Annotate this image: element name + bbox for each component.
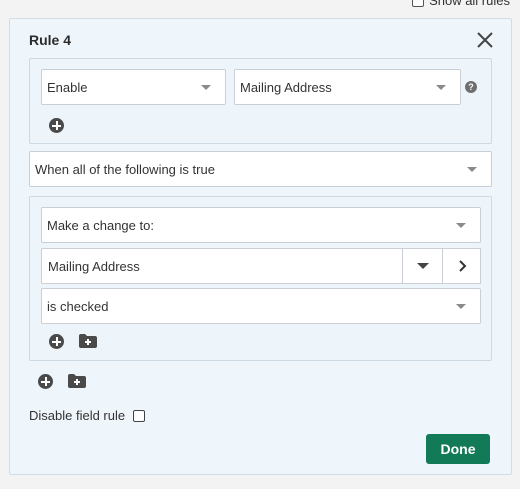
add-condition-group-button[interactable] [79,334,97,348]
disable-field-rule-label: Disable field rule [29,408,126,423]
field-next-button[interactable] [442,248,481,284]
help-icon[interactable]: ? [465,81,477,93]
add-condition-button[interactable] [49,334,64,349]
rule-title: Rule 4 [29,32,72,48]
add-rule-condition-button[interactable] [38,374,53,389]
chevron-right-icon [458,260,466,272]
show-all-rules-label: Show all rules [429,0,510,8]
caret-down-icon [436,85,446,90]
condition-field-value: Mailing Address [48,258,140,274]
action-select[interactable]: Enable [41,69,226,105]
caret-down-icon [456,223,466,228]
caret-down-icon [416,263,429,269]
change-type-select[interactable]: Make a change to: [41,207,481,243]
field-dropdown-button[interactable] [402,248,443,284]
show-all-rules-checkbox[interactable] [412,0,425,7]
condition-box: Make a change to: Mailing Address is che… [29,196,492,361]
condition-mode-value: When all of the following is true [35,161,215,177]
disable-field-rule-checkbox[interactable] [133,409,146,422]
condition-state-select[interactable]: is checked [41,288,481,324]
disable-field-rule-row: Disable field rule [29,408,146,423]
action-box: Enable Mailing Address ? [29,58,492,144]
condition-mode-select[interactable]: When all of the following is true [29,151,492,187]
rule-panel: Rule 4 Enable Mailing Address ? When all… [9,18,512,475]
add-rule-group-button[interactable] [68,374,86,388]
target-field-select[interactable]: Mailing Address [234,69,461,105]
condition-state-value: is checked [47,298,109,314]
caret-down-icon [456,304,466,309]
show-all-rules-toggle[interactable]: Show all rules [412,0,510,8]
close-icon[interactable] [476,31,494,49]
change-type-value: Make a change to: [47,217,154,233]
add-action-button[interactable] [49,118,64,133]
target-field-select-value: Mailing Address [240,79,332,95]
action-select-value: Enable [47,79,88,95]
caret-down-icon [201,85,211,90]
done-button[interactable]: Done [426,434,490,464]
condition-field-select[interactable]: Mailing Address [41,248,403,284]
caret-down-icon [467,167,477,172]
